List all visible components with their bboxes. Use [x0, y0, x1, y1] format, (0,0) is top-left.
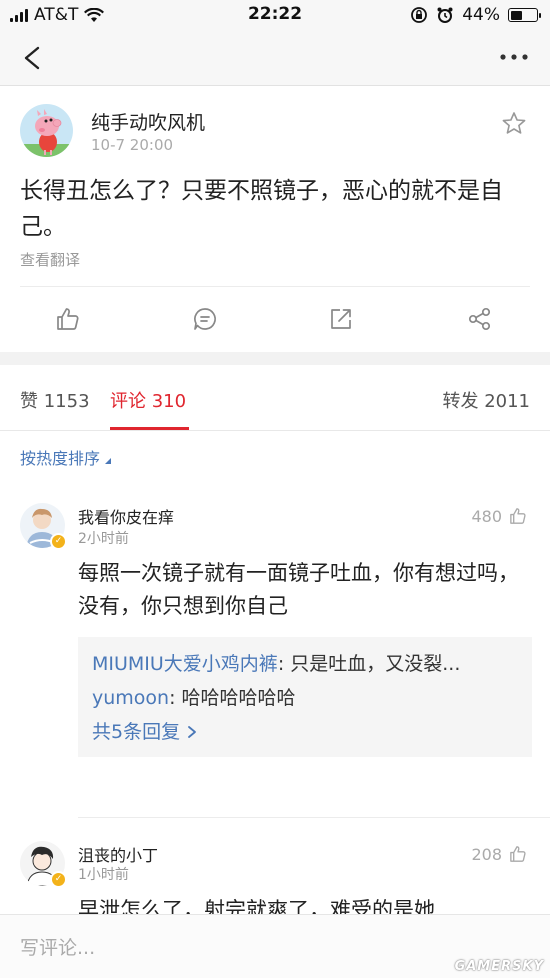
forward-icon[interactable]: [327, 305, 355, 333]
verified-badge-icon: ✓: [50, 871, 67, 888]
translate-link[interactable]: 查看翻译: [20, 249, 80, 270]
thumbs-up-icon[interactable]: [54, 305, 82, 333]
active-tab-indicator: [110, 427, 189, 430]
like-count: 480: [471, 506, 502, 526]
reply-separator: :: [277, 653, 291, 675]
comment-username[interactable]: 沮丧的小丁: [78, 842, 158, 866]
like-count: 208: [471, 844, 502, 864]
sort-by-hot-button[interactable]: 按热度排序: [20, 445, 112, 469]
post-time: 10-7 20:00: [91, 136, 174, 154]
reply-username[interactable]: MIUMIU大爱小鸡内裤: [92, 653, 278, 675]
post-card: 纯手动吹风机 10-7 20:00 长得丑怎么了？只要不照镜子，恶心的就不是自己…: [0, 86, 550, 352]
tab-comments[interactable]: 评论 310: [110, 387, 186, 413]
verified-badge-icon: ✓: [50, 533, 67, 550]
more-replies-link[interactable]: 共5条回复: [92, 717, 518, 747]
share-icon[interactable]: [466, 305, 494, 333]
back-button[interactable]: [14, 40, 50, 76]
avatar[interactable]: ✓: [20, 841, 67, 888]
battery-percent: 44%: [462, 5, 500, 25]
post-actions: [0, 287, 550, 352]
comment-like-button[interactable]: 208: [471, 844, 528, 864]
comment-time: 1小时前: [78, 867, 129, 883]
divider: [78, 817, 550, 818]
orientation-lock-icon: [411, 7, 428, 23]
comment-time: 2小时前: [78, 531, 129, 547]
tab-bar: 赞 1153 评论 310 转发 2011: [0, 365, 550, 431]
battery-fill: [510, 10, 522, 20]
thumbs-up-icon: [510, 846, 526, 862]
sort-arrow-icon: [105, 458, 112, 464]
post-username[interactable]: 纯手动吹风机: [91, 108, 205, 135]
status-right: 44%: [410, 5, 541, 25]
watermark-logo: GAMERSKY: [454, 959, 544, 974]
thumbs-up-icon: [510, 508, 526, 524]
comment-icon[interactable]: [191, 305, 219, 333]
reply-item: yumoon: 哈哈哈哈哈哈: [92, 683, 518, 713]
tab-reposts[interactable]: 转发 2011: [442, 387, 530, 413]
sort-label: 按热度排序: [20, 449, 101, 468]
chevron-right-icon: [188, 726, 196, 738]
reply-item: MIUMIU大爱小鸡内裤: 只是吐血，又没裂...: [92, 649, 518, 679]
reply-username[interactable]: yumoon: [92, 687, 169, 709]
reply-box[interactable]: MIUMIU大爱小鸡内裤: 只是吐血，又没裂... yumoon: 哈哈哈哈哈哈…: [78, 637, 532, 757]
comment-like-button[interactable]: 480: [471, 506, 528, 526]
favorite-star-icon[interactable]: [500, 110, 528, 138]
more-button[interactable]: [496, 42, 532, 72]
peppa-pig-avatar-icon: [20, 104, 73, 157]
tab-likes[interactable]: 赞 1153: [20, 387, 90, 413]
battery-icon: [508, 8, 541, 22]
comment-username[interactable]: 我看你皮在痒: [78, 504, 174, 528]
navigation-bar: [0, 30, 550, 86]
comment-input[interactable]: 写评论...: [20, 933, 95, 960]
status-bar: AT&T 22:22 44%: [0, 0, 550, 30]
reply-separator: :: [169, 687, 182, 709]
section-gap: [0, 352, 550, 365]
alarm-icon: [437, 7, 453, 23]
more-replies-label: 共5条回复: [92, 721, 181, 743]
avatar[interactable]: [20, 104, 73, 157]
avatar[interactable]: ✓: [20, 503, 67, 550]
comment-input-bar: 写评论... GAMERSKY: [0, 914, 550, 978]
reply-text: 只是吐血，又没裂...: [290, 653, 461, 675]
post-text: 长得丑怎么了？只要不照镜子，恶心的就不是自己。: [20, 178, 503, 240]
reply-text: 哈哈哈哈哈哈: [181, 687, 296, 709]
comment-text: 每照一次镜子就有一面镜子吐血，你有想过吗，没有，你只想到你自己: [78, 561, 519, 618]
